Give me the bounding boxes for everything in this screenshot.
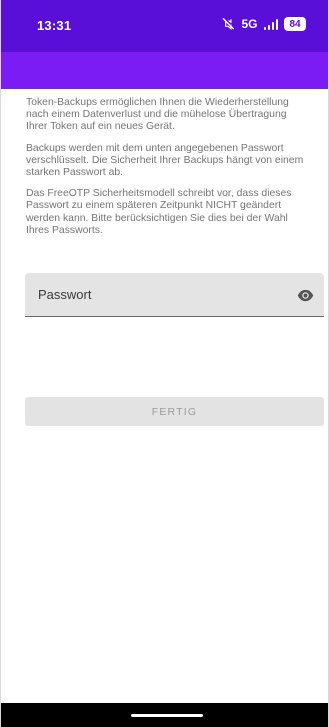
phone-screen: 13:31 5G 84 Token-Backups ermöglichen Ih… xyxy=(0,0,329,727)
info-paragraph-1: Token-Backups ermöglichen Ihnen die Wied… xyxy=(26,97,289,133)
battery-icon: 84 xyxy=(284,17,306,31)
password-input[interactable]: Passwort xyxy=(25,273,324,317)
network-type: 5G xyxy=(241,17,258,31)
app-bar xyxy=(1,52,328,89)
status-icons: 5G 84 xyxy=(221,17,306,31)
info-paragraph-3: Das FreeOTP Sicherheitsmodell schreibt v… xyxy=(26,188,292,236)
battery-level: 84 xyxy=(289,18,301,30)
status-bar: 13:31 5G 84 xyxy=(1,0,328,52)
signal-icon xyxy=(263,18,278,30)
status-time: 13:31 xyxy=(37,18,72,33)
eye-icon[interactable] xyxy=(297,287,314,304)
info-paragraph-2: Backups werden mit dem unten angegebenen… xyxy=(26,142,304,179)
navigation-bar xyxy=(1,703,328,727)
password-label: Passwort xyxy=(38,287,92,302)
backup-info-text: Token-Backups ermöglichen Ihnen die Wied… xyxy=(26,97,309,246)
home-handle[interactable] xyxy=(131,714,203,717)
done-button[interactable]: FERTIG xyxy=(25,397,324,426)
mute-icon xyxy=(223,18,235,30)
